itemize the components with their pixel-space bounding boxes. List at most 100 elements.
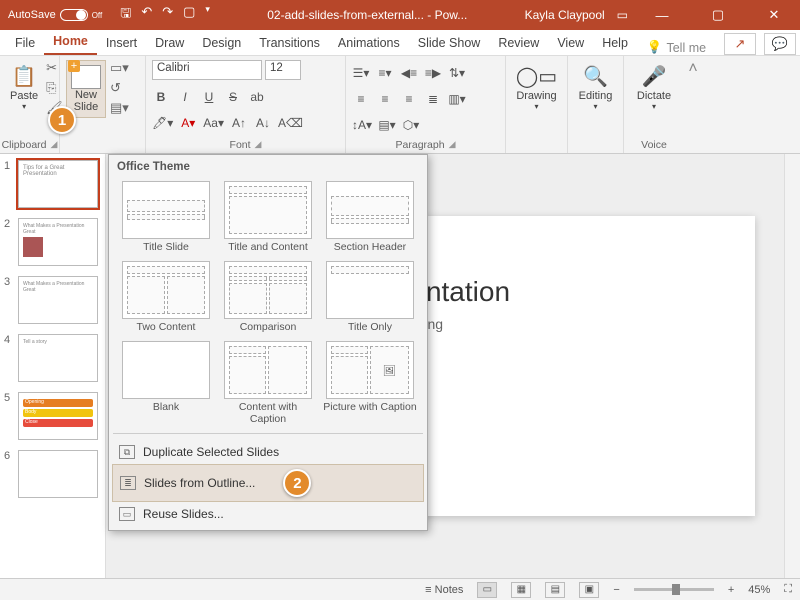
indent-increase-button[interactable]: ≡▶: [424, 64, 442, 82]
tab-draw[interactable]: Draw: [146, 32, 193, 55]
notes-button[interactable]: ≡ Notes: [425, 584, 463, 596]
layout-section-header[interactable]: Section Header: [321, 179, 419, 255]
zoom-slider[interactable]: [634, 588, 714, 591]
share-button[interactable]: ↗: [724, 33, 756, 55]
layout-content-with-caption[interactable]: Content with Caption: [219, 339, 317, 427]
close-button[interactable]: ✕: [752, 0, 796, 30]
drawing-label: Drawing: [516, 90, 556, 102]
italic-button[interactable]: I: [176, 88, 194, 106]
layout-icon[interactable]: ▭▾: [110, 60, 129, 76]
layout-blank[interactable]: Blank: [117, 339, 215, 427]
grow-font-button[interactable]: A↑: [230, 114, 248, 132]
dictate-label: Dictate: [637, 90, 671, 102]
tab-animations[interactable]: Animations: [329, 32, 409, 55]
lightbulb-icon: 💡: [647, 40, 663, 55]
drawing-button[interactable]: ◯▭ Drawing ▾: [512, 60, 561, 113]
maximize-button[interactable]: ▢: [696, 0, 740, 30]
new-slide-dropdown: Office Theme Title Slide Title and Conte…: [108, 154, 428, 531]
align-right-button[interactable]: ≡: [400, 90, 418, 108]
menu-label: Slides from Outline...: [144, 476, 255, 490]
ribbon-options-icon[interactable]: ▭: [617, 8, 628, 22]
clear-format-button[interactable]: A⌫: [278, 114, 303, 132]
collapse-ribbon-icon[interactable]: ˄: [684, 56, 702, 153]
tab-design[interactable]: Design: [193, 32, 250, 55]
layout-comparison[interactable]: Comparison: [219, 259, 317, 335]
autosave-toggle[interactable]: AutoSave Off: [8, 9, 102, 21]
columns-button[interactable]: ▥▾: [448, 90, 466, 108]
text-direction-button[interactable]: ↕A▾: [352, 116, 372, 134]
start-show-icon[interactable]: ▢: [183, 4, 195, 26]
menu-slides-from-outline[interactable]: ≣ Slides from Outline... 2: [112, 464, 424, 502]
tab-transitions[interactable]: Transitions: [250, 32, 329, 55]
align-left-button[interactable]: ≡: [352, 90, 370, 108]
tab-slideshow[interactable]: Slide Show: [409, 32, 490, 55]
tab-review[interactable]: Review: [489, 32, 548, 55]
dialog-launcher-icon[interactable]: ◢: [449, 139, 456, 151]
font-size-select[interactable]: 12: [265, 60, 301, 80]
layout-title-only[interactable]: Title Only: [321, 259, 419, 335]
tab-help[interactable]: Help: [593, 32, 637, 55]
redo-icon[interactable]: ↷: [162, 4, 173, 26]
reset-icon[interactable]: ↺: [110, 80, 129, 96]
thumbnail-1[interactable]: 1 Tips for a Great Presentation: [4, 160, 101, 208]
normal-view-button[interactable]: ▭: [477, 582, 497, 598]
thumbnail-5[interactable]: 5 Opening Body Close: [4, 392, 101, 440]
sorter-view-button[interactable]: ▦: [511, 582, 531, 598]
tab-view[interactable]: View: [548, 32, 593, 55]
tab-home[interactable]: Home: [44, 30, 97, 55]
menu-duplicate-slides[interactable]: ⧉ Duplicate Selected Slides: [109, 440, 427, 464]
line-spacing-button[interactable]: ⇅▾: [448, 64, 466, 82]
callout-1: 1: [48, 106, 76, 134]
justify-button[interactable]: ≣: [424, 90, 442, 108]
editing-button[interactable]: 🔍 Editing ▾: [574, 60, 617, 113]
strike-button[interactable]: S: [224, 88, 242, 106]
thumbnail-2[interactable]: 2 What Makes a Presentation Great: [4, 218, 101, 266]
highlight-button[interactable]: 🖊▾: [152, 114, 173, 132]
thumbnail-3[interactable]: 3 What Makes a Presentation Great: [4, 276, 101, 324]
smartart-button[interactable]: ⬡▾: [402, 116, 420, 134]
menu-reuse-slides[interactable]: ▭ Reuse Slides...: [109, 502, 427, 526]
font-name-select[interactable]: Calibri: [152, 60, 262, 80]
user-name[interactable]: Kayla Claypool: [525, 8, 605, 22]
bold-button[interactable]: B: [152, 88, 170, 106]
save-icon[interactable]: 🖫: [120, 4, 131, 26]
fit-to-window-button[interactable]: ⛶: [784, 583, 792, 596]
align-text-button[interactable]: ▤▾: [378, 116, 396, 134]
shrink-font-button[interactable]: A↓: [254, 114, 272, 132]
dictate-button[interactable]: 🎤 Dictate ▾: [630, 60, 678, 113]
change-case-button[interactable]: Aa▾: [203, 114, 224, 132]
tab-file[interactable]: File: [6, 32, 44, 55]
slideshow-view-button[interactable]: ▣: [579, 582, 599, 598]
paste-button[interactable]: 📋 Paste ▾: [6, 60, 42, 113]
dialog-launcher-icon[interactable]: ◢: [255, 139, 262, 151]
font-color-button[interactable]: A▾: [179, 114, 197, 132]
menu-label: Reuse Slides...: [143, 507, 224, 521]
vertical-scrollbar[interactable]: [784, 154, 800, 578]
slide-thumbnails[interactable]: 1 Tips for a Great Presentation 2 What M…: [0, 154, 106, 578]
zoom-out-button[interactable]: −: [613, 584, 619, 596]
zoom-level[interactable]: 45%: [748, 584, 770, 596]
layout-picture-with-caption[interactable]: 🖼Picture with Caption: [321, 339, 419, 427]
comments-button[interactable]: 💬: [764, 33, 796, 55]
layout-title-slide[interactable]: Title Slide: [117, 179, 215, 255]
section-icon[interactable]: ▤▾: [110, 100, 129, 116]
find-icon: 🔍: [582, 62, 610, 90]
zoom-in-button[interactable]: +: [728, 584, 734, 596]
tab-insert[interactable]: Insert: [97, 32, 146, 55]
layout-title-and-content[interactable]: Title and Content: [219, 179, 317, 255]
reading-view-button[interactable]: ▤: [545, 582, 565, 598]
dialog-launcher-icon[interactable]: ◢: [51, 139, 58, 151]
thumbnail-4[interactable]: 4 Tell a story: [4, 334, 101, 382]
shadow-button[interactable]: ab: [248, 88, 266, 106]
indent-decrease-button[interactable]: ◀≡: [400, 64, 418, 82]
layout-two-content[interactable]: Two Content: [117, 259, 215, 335]
tell-me-search[interactable]: 💡 Tell me: [637, 40, 716, 55]
callout-2: 2: [283, 469, 311, 497]
minimize-button[interactable]: —: [640, 0, 684, 30]
bullets-button[interactable]: ☰▾: [352, 64, 370, 82]
undo-icon[interactable]: ↶: [141, 4, 152, 26]
underline-button[interactable]: U: [200, 88, 218, 106]
align-center-button[interactable]: ≡: [376, 90, 394, 108]
numbering-button[interactable]: ≡▾: [376, 64, 394, 82]
thumbnail-6[interactable]: 6: [4, 450, 101, 498]
